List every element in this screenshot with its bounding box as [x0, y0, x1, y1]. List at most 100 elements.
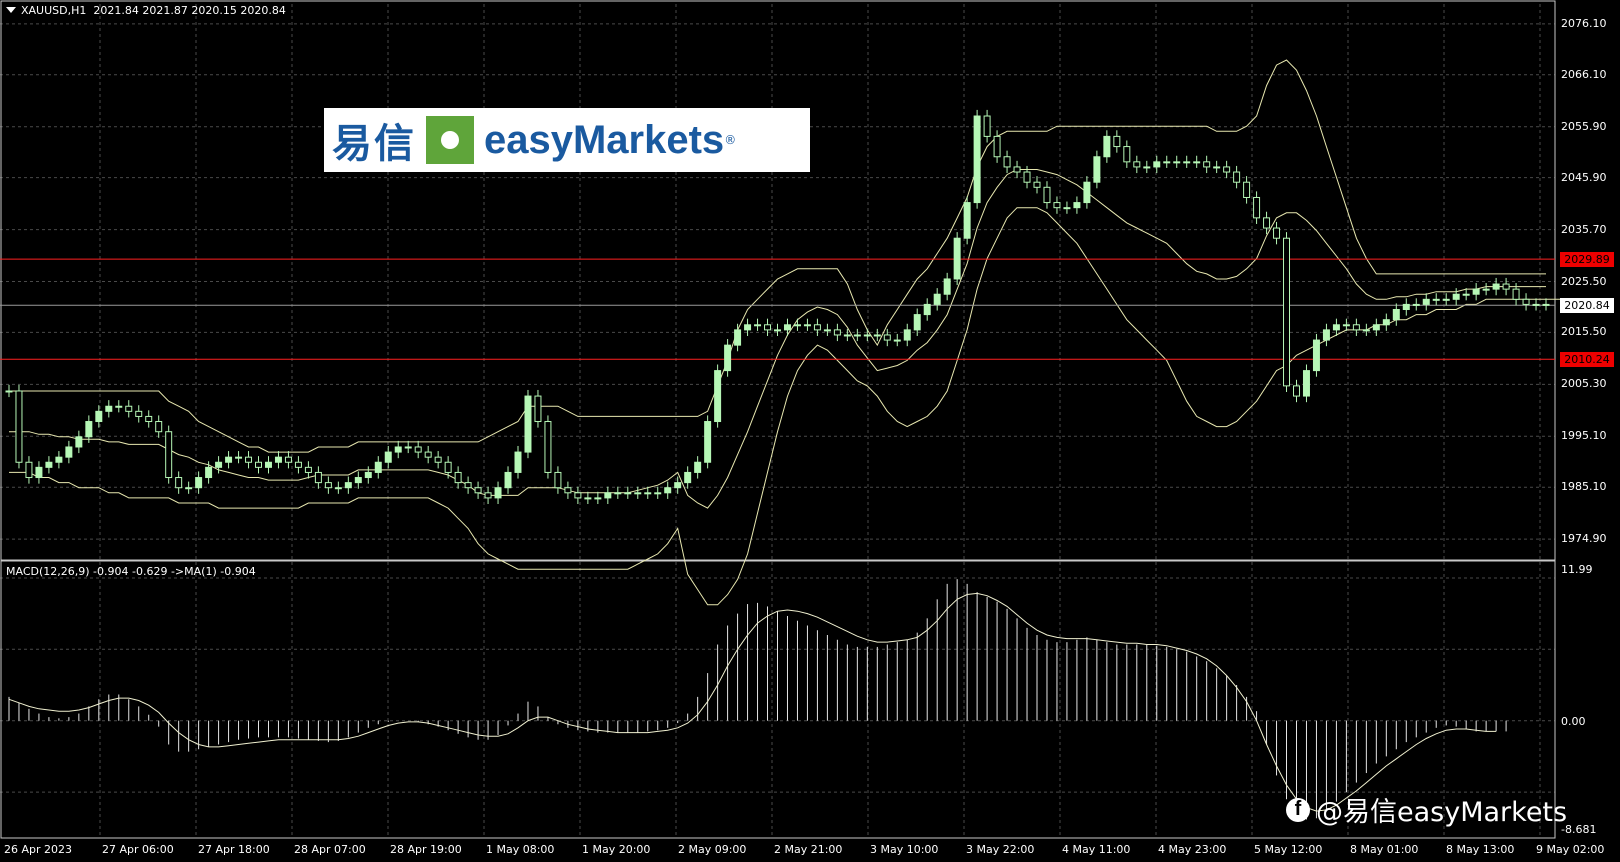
candle-body [1023, 171, 1031, 183]
candle-body [903, 329, 911, 341]
candle-body [1283, 237, 1291, 387]
candle-body [464, 482, 472, 489]
time-axis-label: 8 May 01:00 [1350, 843, 1419, 856]
candle-body [604, 492, 612, 499]
candle-body [264, 461, 272, 468]
candle-body [1342, 324, 1350, 327]
logo-badge-icon [426, 116, 474, 164]
logo-chinese-text: 易信 [332, 121, 416, 167]
price-axis-label: 2005.30 [1561, 377, 1607, 391]
candle-body [564, 487, 572, 494]
candle-body [245, 456, 253, 463]
candle-body [1362, 329, 1370, 332]
candle-body [1183, 161, 1191, 164]
candle-body [1352, 324, 1360, 331]
time-axis-label: 4 May 23:00 [1158, 843, 1227, 856]
candle-body [514, 451, 522, 473]
candle-body [883, 334, 891, 341]
candle-body [1532, 303, 1540, 306]
candle-body [724, 344, 732, 372]
candle-body [334, 487, 342, 490]
facebook-icon[interactable]: f [1286, 797, 1310, 822]
candle-body [1432, 298, 1440, 301]
candle-body [913, 314, 921, 331]
logo-english-text: easyMarkets [484, 117, 725, 162]
candle-body [414, 446, 422, 453]
candle-body [344, 482, 352, 489]
macd-header: MACD(12,26,9) -0.904 -0.629 ->MA(1) -0.9… [6, 565, 256, 578]
candle-body [105, 405, 113, 412]
candle-body [764, 324, 772, 331]
candle-body [1013, 166, 1021, 173]
candle-body [1502, 283, 1510, 290]
candle-body [684, 471, 692, 484]
candle-body [1173, 161, 1181, 164]
candle-body [215, 461, 223, 468]
candle-body [374, 461, 382, 473]
candle-body [1492, 283, 1500, 290]
candle-body [833, 329, 841, 336]
candle-body [1063, 207, 1071, 210]
macd-indicator [8, 579, 1507, 820]
candle-body [185, 487, 193, 490]
candle-body [95, 410, 103, 423]
candle-body [1542, 303, 1550, 306]
time-axis-label: 2 May 21:00 [774, 843, 843, 856]
candle-body [823, 329, 831, 332]
time-axis-label: 2 May 09:00 [678, 843, 747, 856]
candle-body [993, 135, 1001, 158]
horizontal-levels [0, 258, 1555, 360]
candle-body [55, 456, 63, 463]
candle-body [754, 324, 762, 327]
candle-body [614, 492, 622, 495]
price-level-tag: 2020.84 [1560, 297, 1614, 313]
candle-body [1322, 329, 1330, 341]
candle-body [574, 492, 582, 499]
symbol-dropdown-icon[interactable] [6, 7, 16, 13]
candle-body [1203, 161, 1211, 168]
candle-body [1422, 298, 1430, 305]
candle-body [534, 395, 542, 423]
candle-body [1263, 217, 1271, 229]
candle-body [873, 334, 881, 337]
candle-body [943, 278, 951, 295]
time-axis-label: 1 May 08:00 [486, 843, 555, 856]
candle-body [953, 237, 961, 280]
candle-body [1193, 161, 1201, 164]
candle-body [1462, 293, 1470, 296]
candle-body [354, 477, 362, 484]
candle-body [1233, 171, 1241, 183]
candle-body [274, 456, 282, 463]
candle-body [1372, 324, 1380, 331]
price-and-macd-chart[interactable] [0, 0, 1620, 862]
candle-body [125, 405, 133, 412]
candle-body [1243, 181, 1251, 198]
candle-body [45, 461, 53, 468]
candle-body [594, 497, 602, 500]
broker-logo: 易信 easyMarkets ® [324, 108, 810, 172]
candle-body [1043, 186, 1051, 204]
candle-body [973, 115, 981, 204]
candle-body [1083, 181, 1091, 204]
candle-body [803, 324, 811, 327]
candle-body [1093, 156, 1101, 183]
candle-body [813, 324, 821, 331]
candle-body [744, 324, 752, 331]
candle-body [1412, 303, 1420, 306]
time-axis-label: 28 Apr 07:00 [294, 843, 366, 856]
candle-body [1292, 385, 1300, 397]
candle-body [843, 334, 851, 337]
candle-body [1402, 303, 1410, 311]
time-axis-label: 27 Apr 06:00 [102, 843, 174, 856]
candle-body [85, 421, 93, 438]
price-axis-label: 1995.10 [1561, 429, 1607, 443]
candle-body [165, 431, 173, 479]
candle-body [424, 451, 432, 458]
candle-body [584, 497, 592, 500]
candle-body [155, 421, 163, 433]
time-axis-label: 3 May 22:00 [966, 843, 1035, 856]
candle-body [1273, 227, 1281, 239]
candle-body [25, 461, 33, 479]
candle-body [1482, 288, 1490, 291]
bollinger-lower-line [9, 207, 1606, 606]
